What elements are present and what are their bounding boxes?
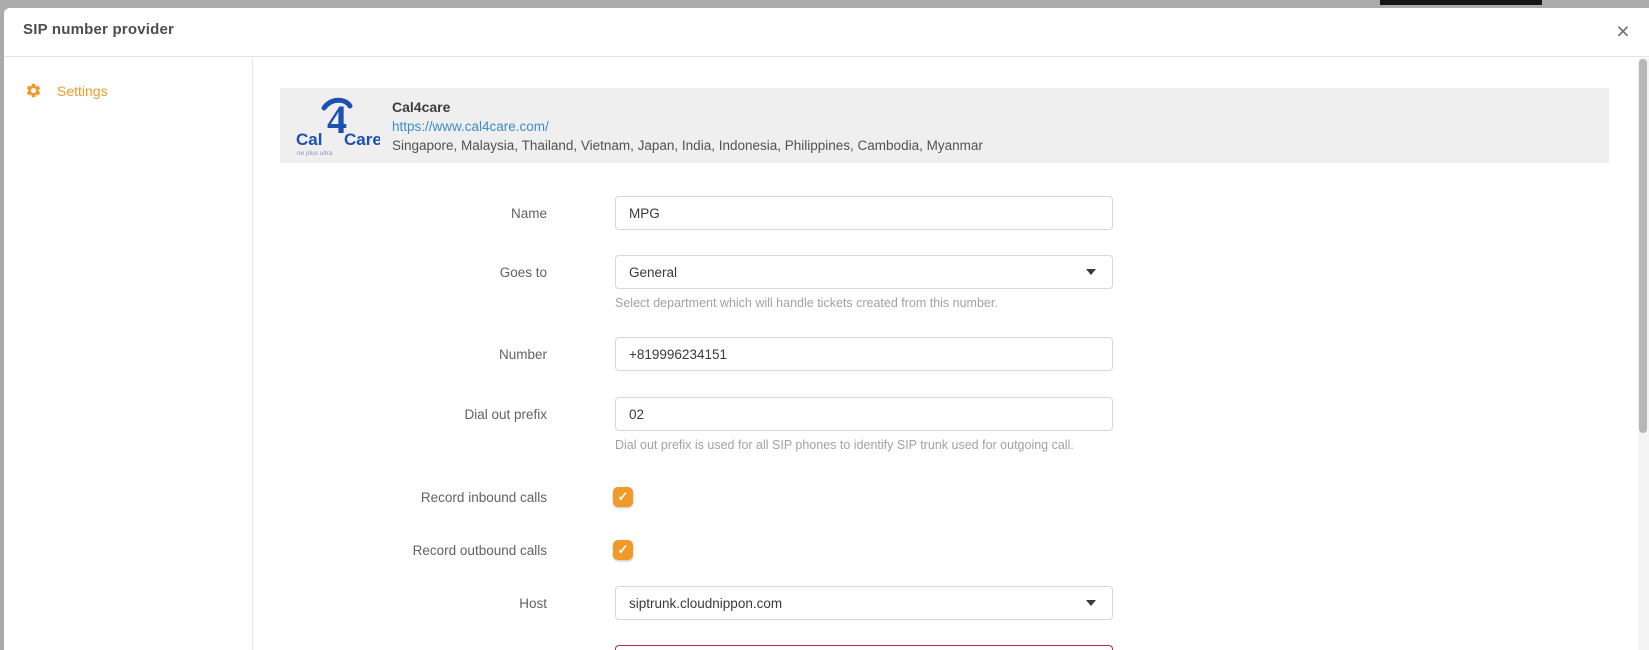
close-icon: × — [1616, 18, 1629, 44]
sidebar: Settings — [4, 58, 253, 650]
background-bar — [1380, 0, 1542, 5]
dial-out-prefix-hint: Dial out prefix is used for all SIP phon… — [615, 438, 1074, 452]
modal-header: SIP number provider × — [4, 8, 1649, 57]
svg-text:Cal: Cal — [296, 130, 322, 149]
dial-out-prefix-row: Dial out prefix — [253, 397, 1113, 431]
svg-text:Care: Care — [344, 130, 380, 149]
cal4care-logo: 4 Cal Care ne plus ultra — [294, 95, 380, 157]
goes-to-hint: Select department which will handle tick… — [615, 296, 998, 310]
chevron-down-icon — [1086, 600, 1096, 606]
record-outbound-row: Record outbound calls ✓ — [253, 540, 633, 560]
goes-to-label: Goes to — [253, 265, 547, 280]
error-field-input[interactable] — [615, 645, 1113, 650]
checkmark-icon: ✓ — [618, 489, 629, 505]
dial-out-prefix-input[interactable] — [615, 397, 1113, 431]
number-label: Number — [253, 347, 547, 362]
record-outbound-checkbox[interactable]: ✓ — [613, 540, 633, 560]
sidebar-item-settings[interactable]: Settings — [25, 82, 252, 99]
sidebar-item-label: Settings — [57, 83, 108, 99]
number-input[interactable] — [615, 337, 1113, 371]
name-input[interactable] — [615, 196, 1113, 230]
scrollbar[interactable] — [1638, 58, 1649, 650]
name-label: Name — [253, 206, 547, 221]
checkmark-icon: ✓ — [618, 542, 629, 558]
gear-icon — [25, 82, 42, 99]
record-inbound-label: Record inbound calls — [253, 490, 547, 505]
goes-to-select[interactable]: General — [615, 255, 1113, 289]
host-selected-value: siptrunk.cloudnippon.com — [629, 596, 782, 611]
provider-info: Cal4care https://www.cal4care.com/ Singa… — [392, 99, 983, 153]
chevron-down-icon — [1086, 269, 1096, 275]
scrollbar-thumb[interactable] — [1639, 59, 1647, 433]
dial-out-prefix-label: Dial out prefix — [253, 407, 547, 422]
record-inbound-checkbox[interactable]: ✓ — [613, 487, 633, 507]
provider-name: Cal4care — [392, 99, 983, 115]
host-row: Host siptrunk.cloudnippon.com — [253, 586, 1113, 620]
modal-title: SIP number provider — [23, 21, 174, 38]
goes-to-row: Goes to General — [253, 255, 1113, 289]
number-row: Number — [253, 337, 1113, 371]
provider-url-link[interactable]: https://www.cal4care.com/ — [392, 119, 983, 134]
host-label: Host — [253, 596, 547, 611]
goes-to-selected-value: General — [629, 265, 677, 280]
name-row: Name — [253, 196, 1113, 230]
record-outbound-label: Record outbound calls — [253, 543, 547, 558]
provider-regions: Singapore, Malaysia, Thailand, Vietnam, … — [392, 138, 983, 153]
host-select[interactable]: siptrunk.cloudnippon.com — [615, 586, 1113, 620]
svg-text:ne plus ultra: ne plus ultra — [297, 150, 333, 157]
record-inbound-row: Record inbound calls ✓ — [253, 487, 633, 507]
sip-number-provider-modal: SIP number provider × Settings 4 Cal Car… — [4, 8, 1649, 650]
settings-panel: 4 Cal Care ne plus ultra Cal4care https:… — [253, 58, 1649, 650]
close-button[interactable]: × — [1609, 16, 1637, 46]
provider-card: 4 Cal Care ne plus ultra Cal4care https:… — [280, 88, 1609, 163]
